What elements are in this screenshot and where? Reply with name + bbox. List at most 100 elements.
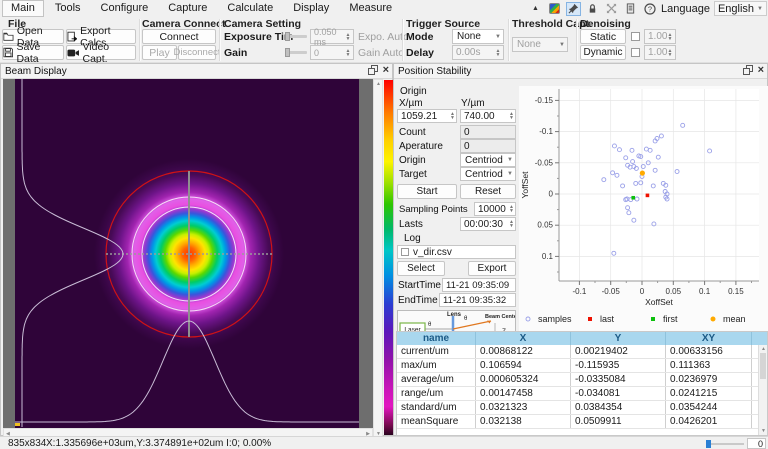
table-header-xy: XY xyxy=(666,332,752,345)
connect-button[interactable]: Connect xyxy=(142,29,216,44)
menu-item-main[interactable]: Main xyxy=(2,0,44,17)
dynamic-denoise-checkbox[interactable] xyxy=(631,48,640,57)
table-row: meanSquare0.0321380.05099110.0426201 xyxy=(397,415,767,429)
beam-image[interactable] xyxy=(15,79,359,428)
static-denoise-button[interactable]: Static xyxy=(580,29,626,44)
x-origin-value: 1059.21 xyxy=(401,111,437,122)
menu-item-tools[interactable]: Tools xyxy=(46,0,90,17)
log-group-label: Log xyxy=(404,233,421,244)
table-cell: standard/um xyxy=(397,401,476,414)
table-cell: range/um xyxy=(397,387,476,400)
colormap-icon[interactable] xyxy=(547,2,562,16)
spin-arrows-icon[interactable]: ▲▼ xyxy=(344,46,352,59)
menu-bar: MainToolsConfigureCaptureCalculateDispla… xyxy=(0,0,768,17)
reset-button[interactable]: Reset xyxy=(460,184,516,199)
close-panel-icon[interactable]: × xyxy=(758,65,764,75)
stability-scatter-chart: -0.1-0.0500.050.10.15-0.15-0.1-0.0500.05… xyxy=(519,86,768,331)
help-icon[interactable]: ? xyxy=(642,2,657,16)
table-scrollbar-thumb[interactable] xyxy=(760,353,766,379)
trigger-delay-spinbox[interactable]: 0.00s ▲▼ xyxy=(452,45,504,60)
x-origin-spinbox[interactable]: 1059.21 ▲▼ xyxy=(397,109,457,123)
save-data-button[interactable]: Save Data xyxy=(2,45,64,60)
start-button[interactable]: Start xyxy=(397,184,457,199)
menu-item-configure[interactable]: Configure xyxy=(92,0,158,17)
disconnect-button[interactable]: Disconnect xyxy=(178,45,216,60)
spin-arrows-icon[interactable]: ▲▼ xyxy=(344,30,352,43)
gain-spinbox[interactable]: 0 ▲▼ xyxy=(310,45,354,60)
crosshair-off-icon[interactable] xyxy=(604,2,619,16)
table-cell: meanSquare xyxy=(397,415,476,428)
spin-arrows-icon[interactable]: ▲▼ xyxy=(450,112,455,120)
static-denoise-checkbox[interactable] xyxy=(631,32,640,41)
lasts-spinbox[interactable]: 00:00:30 ▲▼ xyxy=(460,217,516,231)
table-cell: 0.0384354 xyxy=(571,401,666,414)
select-button[interactable]: Select xyxy=(397,261,445,276)
status-slider-handle[interactable] xyxy=(706,440,711,448)
status-slider[interactable] xyxy=(706,443,744,445)
svg-text:-0.15: -0.15 xyxy=(535,96,554,105)
play-button[interactable]: Play xyxy=(142,45,177,60)
log-file-checkbox[interactable] xyxy=(401,248,409,256)
dynamic-denoise-spinbox[interactable]: 1.00 ▲▼ xyxy=(644,45,676,60)
menu-item-measure[interactable]: Measure xyxy=(340,0,401,17)
chevron-down-icon: ▼ xyxy=(506,168,514,180)
status-slider-value: 0 xyxy=(747,438,766,449)
static-denoise-spinbox[interactable]: 1.00 ▲▼ xyxy=(644,29,676,44)
dynamic-denoise-button[interactable]: Dynamic xyxy=(580,45,626,60)
chevron-down-icon: ▼ xyxy=(506,154,514,166)
threshold-select[interactable]: None ▼ xyxy=(512,37,568,52)
menu-item-capture[interactable]: Capture xyxy=(159,0,216,17)
spin-arrows-icon[interactable]: ▲▼ xyxy=(509,205,514,213)
gain-auto-label[interactable]: Gain Auto xyxy=(358,47,404,59)
menu-item-calculate[interactable]: Calculate xyxy=(218,0,282,17)
export-button[interactable]: Export xyxy=(468,261,516,276)
gain-slider-handle[interactable] xyxy=(285,48,290,57)
log-file-name: v_dir.csv xyxy=(413,247,452,258)
beam-vertical-scrollbar[interactable]: ▲ ▼ xyxy=(373,79,383,439)
svg-text:θ: θ xyxy=(428,322,432,328)
float-panel-icon[interactable] xyxy=(743,65,753,75)
svg-text:-0.05: -0.05 xyxy=(535,158,554,167)
toolbar-separator xyxy=(508,19,509,61)
exposure-slider[interactable] xyxy=(285,35,307,38)
y-origin-spinbox[interactable]: 740.00 ▲▼ xyxy=(460,109,516,123)
end-time-label: EndTime xyxy=(398,295,438,306)
log-document-icon[interactable] xyxy=(623,2,638,16)
origin-select[interactable]: Centriod ▼ xyxy=(460,153,516,167)
trigger-mode-select[interactable]: None ▼ xyxy=(452,29,504,44)
origin-select-value: Centriod xyxy=(465,155,503,166)
table-scrollbar[interactable]: ▲ ▼ xyxy=(758,345,767,435)
target-select[interactable]: Centriod ▼ xyxy=(460,167,516,181)
position-stability-titlebar[interactable]: Position Stability × xyxy=(394,64,767,79)
table-cell: 0.00868122 xyxy=(476,345,571,358)
trigger-delay-value: 0.00s xyxy=(456,47,480,58)
sampling-points-spinbox[interactable]: 10000 ▲▼ xyxy=(474,202,516,216)
exposure-slider-handle[interactable] xyxy=(285,32,290,41)
table-row: current/um0.008681220.002194020.00633156 xyxy=(397,345,767,359)
table-cell: 0.0241215 xyxy=(666,387,752,400)
count-label: Count xyxy=(399,127,426,138)
spin-arrows-icon[interactable]: ▲▼ xyxy=(509,220,514,228)
gain-slider[interactable] xyxy=(285,51,307,54)
spin-arrows-icon[interactable]: ▲▼ xyxy=(666,30,674,43)
spin-arrows-icon[interactable]: ▲▼ xyxy=(509,112,514,120)
close-panel-icon[interactable]: × xyxy=(383,65,389,75)
spin-arrows-icon[interactable]: ▲▼ xyxy=(666,46,674,59)
exposure-spinbox[interactable]: 0.050 ms ▲▼ xyxy=(310,29,354,44)
collapse-toolbar-icon[interactable]: ▲ xyxy=(528,2,543,16)
beam-display-titlebar[interactable]: Beam Display × xyxy=(1,64,392,79)
spin-arrows-icon[interactable]: ▲▼ xyxy=(494,46,502,59)
application-window: MainToolsConfigureCaptureCalculateDispla… xyxy=(0,0,768,449)
svg-text:YoffSet: YoffSet xyxy=(520,171,530,199)
chevron-down-icon: ▼ xyxy=(757,6,763,12)
table-cell: 0.00219402 xyxy=(571,345,666,358)
video-capture-button[interactable]: Video Capt. xyxy=(66,45,136,60)
pin-icon[interactable] xyxy=(566,2,581,16)
aperture-label: Aperature xyxy=(399,141,443,152)
table-cell: 0.111363 xyxy=(666,359,752,372)
float-panel-icon[interactable] xyxy=(368,65,378,75)
menu-item-display[interactable]: Display xyxy=(284,0,338,17)
lock-icon[interactable] xyxy=(585,2,600,16)
gain-label: Gain xyxy=(224,47,247,59)
language-select[interactable]: English ▼ xyxy=(714,1,767,16)
